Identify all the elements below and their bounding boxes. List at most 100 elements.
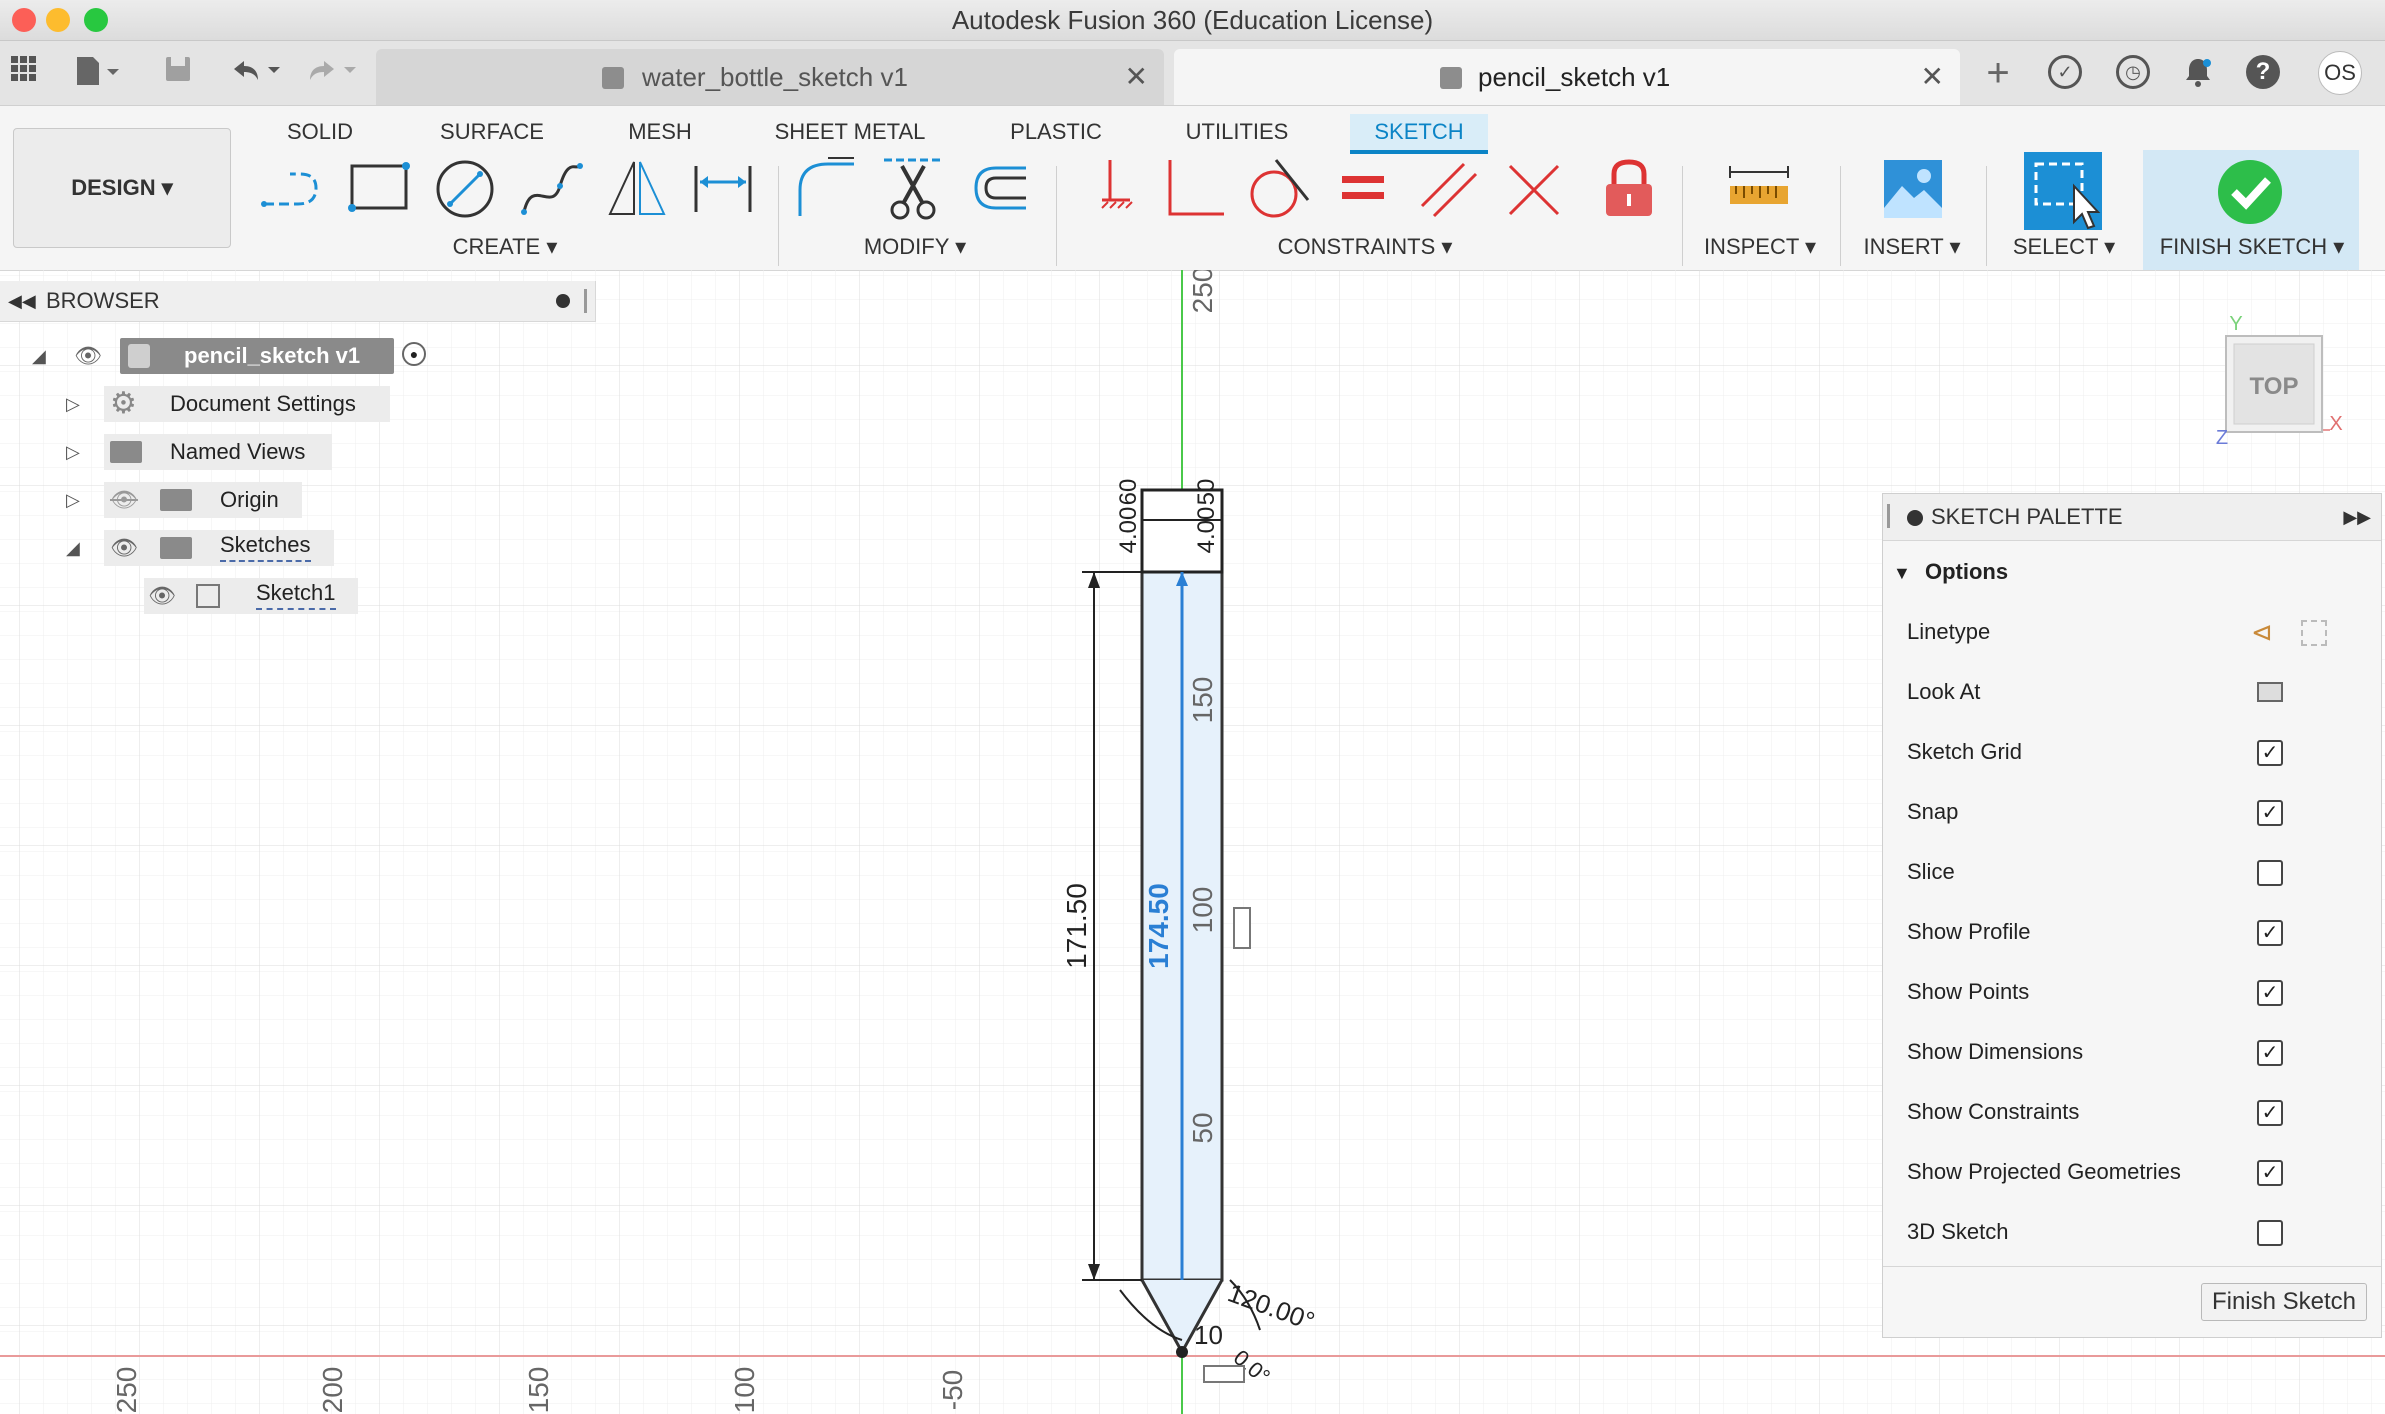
- 3d-sketch-checkbox[interactable]: [2257, 1220, 2283, 1246]
- show-points-checkbox[interactable]: ✓: [2257, 980, 2283, 1006]
- sketch-grid-checkbox[interactable]: ✓: [2257, 740, 2283, 766]
- fillet-tool-icon[interactable]: [794, 156, 860, 222]
- expanded-triangle-icon[interactable]: ◢: [32, 338, 46, 374]
- option-snap[interactable]: Snap ✓: [1907, 792, 2367, 832]
- tab-water-bottle-sketch[interactable]: water_bottle_sketch v1 ✕: [376, 49, 1164, 105]
- insert-menu[interactable]: INSERT ▾: [1856, 234, 1968, 260]
- palette-minimize-icon[interactable]: [1907, 510, 1923, 526]
- visibility-eye-icon[interactable]: 👁: [74, 338, 102, 374]
- inner-length-dimension[interactable]: 174.50: [1143, 883, 1174, 969]
- option-3d-sketch[interactable]: 3D Sketch: [1907, 1212, 2367, 1252]
- top-dimension-c[interactable]: 4.00: [1193, 507, 1220, 554]
- browser-item-sketch1[interactable]: 👁 Sketch1: [0, 578, 360, 614]
- collapse-browser-icon[interactable]: ◀◀: [8, 281, 36, 321]
- show-profile-checkbox[interactable]: ✓: [2257, 920, 2283, 946]
- measure-ruler-icon[interactable]: [1726, 156, 1792, 222]
- spline-tool-icon[interactable]: [518, 156, 584, 222]
- tab-utilities[interactable]: UTILITIES: [1180, 114, 1294, 150]
- browser-item-document-settings[interactable]: ▷ ⚙ Document Settings: [0, 386, 392, 422]
- finish-sketch-check-icon[interactable]: [2216, 158, 2284, 226]
- constraints-menu[interactable]: CONSTRAINTS ▾: [1250, 234, 1480, 260]
- mirror-tool-icon[interactable]: [604, 156, 670, 222]
- visibility-eye-icon[interactable]: 👁: [148, 578, 176, 614]
- palette-collapse-icon[interactable]: ▶▶: [2343, 494, 2371, 540]
- show-dimensions-checkbox[interactable]: ✓: [2257, 1040, 2283, 1066]
- user-avatar[interactable]: OS: [2318, 51, 2362, 95]
- expanded-triangle-icon[interactable]: ◢: [66, 530, 80, 566]
- option-show-points[interactable]: Show Points ✓: [1907, 972, 2367, 1012]
- option-sketch-grid[interactable]: Sketch Grid ✓: [1907, 732, 2367, 772]
- equal-constraint-icon[interactable]: [1330, 156, 1396, 222]
- save-icon[interactable]: [160, 53, 196, 93]
- activate-radio-icon[interactable]: ●: [402, 342, 426, 366]
- undo-icon[interactable]: [224, 53, 284, 93]
- modify-menu[interactable]: MODIFY ▾: [850, 234, 980, 260]
- tab-plastic[interactable]: PLASTIC: [1004, 114, 1108, 150]
- top-dimension-a[interactable]: 4.00: [1115, 507, 1142, 554]
- fix-constraint-icon[interactable]: [1080, 156, 1146, 222]
- tab-surface[interactable]: SURFACE: [428, 114, 556, 150]
- extensions-icon[interactable]: ✓: [2048, 55, 2082, 89]
- tab-pencil-sketch[interactable]: pencil_sketch v1 ✕: [1174, 49, 1960, 105]
- select-menu[interactable]: SELECT ▾: [2004, 234, 2124, 260]
- collapsed-triangle-icon[interactable]: ▷: [66, 386, 80, 422]
- centerline-linetype-icon[interactable]: [2301, 620, 2327, 646]
- option-show-constraints[interactable]: Show Constraints ✓: [1907, 1092, 2367, 1132]
- browser-root-row[interactable]: ◢ 👁 pencil_sketch v1 ●: [0, 338, 445, 374]
- close-window-button[interactable]: [12, 8, 36, 32]
- line-tool-icon[interactable]: [260, 156, 326, 222]
- show-projected-geometries-checkbox[interactable]: ✓: [2257, 1160, 2283, 1186]
- browser-resize-handle[interactable]: [584, 289, 587, 313]
- snap-checkbox[interactable]: ✓: [2257, 800, 2283, 826]
- file-menu-icon[interactable]: [70, 53, 126, 93]
- job-status-clock-icon[interactable]: ◷: [2116, 55, 2150, 89]
- palette-resize-handle[interactable]: [1887, 504, 1890, 528]
- tangent-constraint-icon[interactable]: [1246, 156, 1312, 222]
- top-dimension-d[interactable]: 50: [1193, 479, 1220, 506]
- browser-item-origin[interactable]: ▷ 👁 Origin: [0, 482, 302, 518]
- option-show-projected-geometries[interactable]: Show Projected Geometries ✓: [1907, 1152, 2367, 1192]
- look-at-icon[interactable]: [2257, 682, 2283, 702]
- tab-sketch[interactable]: SKETCH: [1350, 114, 1488, 154]
- rectangle-tool-icon[interactable]: [346, 156, 412, 222]
- option-show-profile[interactable]: Show Profile ✓: [1907, 912, 2367, 952]
- close-tab-icon[interactable]: ✕: [1125, 49, 1148, 105]
- option-slice[interactable]: Slice: [1907, 852, 2367, 892]
- notifications-bell-icon[interactable]: [2180, 55, 2216, 91]
- option-show-dimensions[interactable]: Show Dimensions ✓: [1907, 1032, 2367, 1072]
- create-menu[interactable]: CREATE ▾: [420, 234, 590, 260]
- tab-mesh[interactable]: MESH: [614, 114, 706, 150]
- zoom-window-button[interactable]: [84, 8, 108, 32]
- insert-image-icon[interactable]: [1880, 156, 1946, 222]
- constraint-glyph-icon[interactable]: [1233, 907, 1251, 949]
- show-constraints-checkbox[interactable]: ✓: [2257, 1100, 2283, 1126]
- tip-gap-dimension[interactable]: 10: [1194, 1320, 1223, 1350]
- sketch-origin-point[interactable]: [1176, 1346, 1188, 1358]
- top-dimension-b[interactable]: 60: [1115, 479, 1142, 506]
- offset-tool-icon[interactable]: [966, 156, 1032, 222]
- parallel-constraint-icon[interactable]: [1416, 156, 1482, 222]
- lock-constraint-icon[interactable]: [1596, 156, 1662, 222]
- coincident-constraint-icon[interactable]: [1162, 156, 1228, 222]
- visibility-eye-icon[interactable]: 👁: [110, 530, 138, 566]
- sketch-dimension-tool-icon[interactable]: [690, 156, 756, 222]
- minimize-window-button[interactable]: [46, 8, 70, 32]
- tab-sheet-metal[interactable]: SHEET METAL: [770, 114, 930, 150]
- hidden-eye-icon[interactable]: 👁: [110, 482, 138, 518]
- collapsed-triangle-icon[interactable]: ▷: [66, 434, 80, 470]
- redo-icon[interactable]: [300, 53, 360, 93]
- construction-linetype-icon[interactable]: ⊲: [2251, 612, 2273, 652]
- new-tab-icon[interactable]: +: [1980, 53, 2016, 93]
- select-tool-icon[interactable]: [2024, 152, 2104, 232]
- constraint-glyph-icon[interactable]: [1203, 1365, 1245, 1383]
- workspace-switcher-button[interactable]: DESIGN ▾: [13, 128, 231, 248]
- close-tab-icon[interactable]: ✕: [1921, 49, 1944, 105]
- options-section-header[interactable]: ▼ Options: [1893, 552, 2008, 592]
- finish-sketch-button[interactable]: Finish Sketch: [2201, 1283, 2367, 1321]
- perpendicular-constraint-icon[interactable]: [1502, 156, 1568, 222]
- overall-height-dimension[interactable]: 171.50: [1061, 883, 1092, 969]
- circle-tool-icon[interactable]: [432, 156, 498, 222]
- browser-item-named-views[interactable]: ▷ Named Views: [0, 434, 332, 470]
- collapsed-triangle-icon[interactable]: ▷: [66, 482, 80, 518]
- trim-scissors-icon[interactable]: [880, 156, 946, 222]
